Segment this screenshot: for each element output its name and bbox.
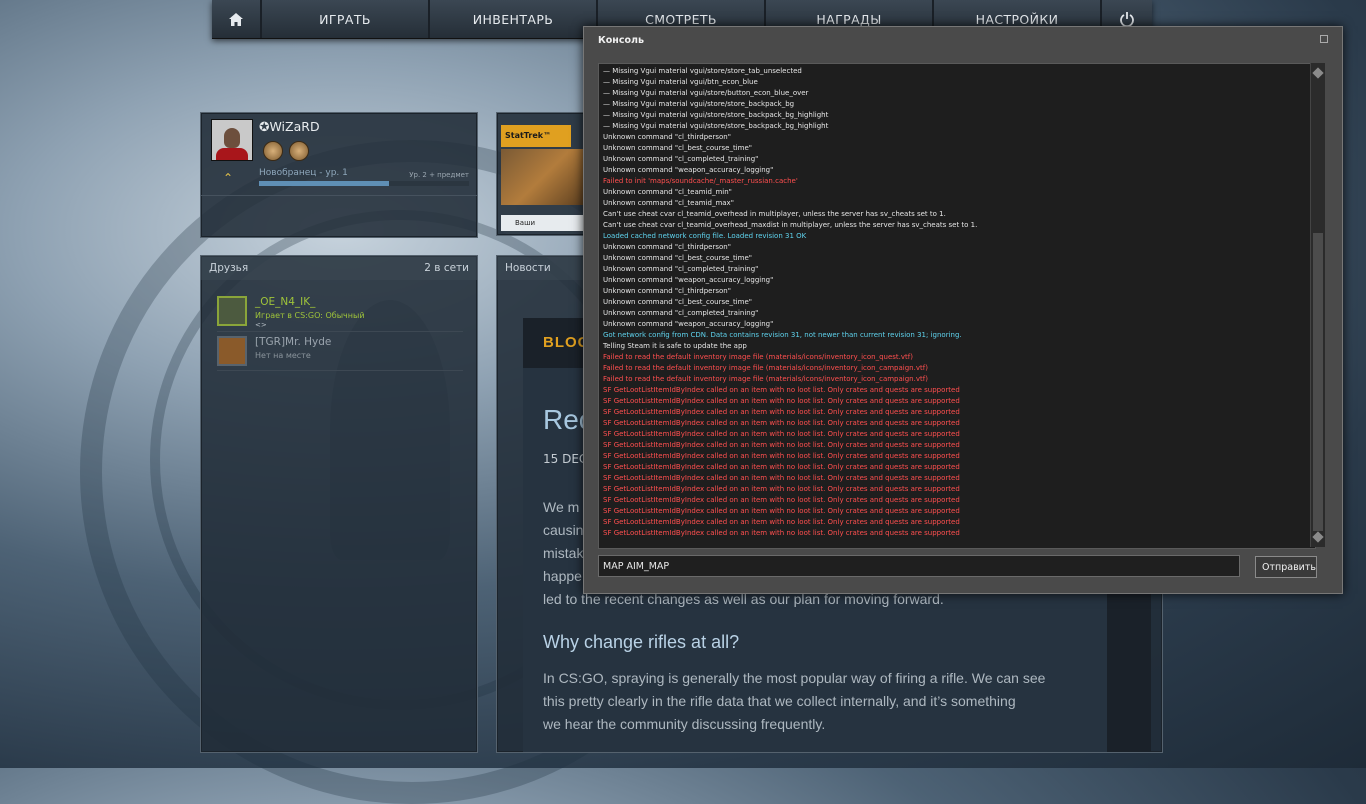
friend-extra: <> [255, 321, 267, 329]
close-icon[interactable] [1320, 35, 1328, 43]
friend-status: Играет в CS:GO: Обычный [255, 311, 365, 320]
rank-label: Новобранец - ур. 1 [259, 168, 348, 178]
friends-online-count: 2 в сети [424, 262, 469, 274]
console-log-line: Failed to read the default inventory ima… [603, 364, 928, 372]
article-subheading: Why change rifles at all? [543, 632, 740, 652]
console-log-line: Unknown command "cl_teamid_max" [603, 199, 734, 207]
console-log-line: SF GetLootListItemIdByIndex called on an… [603, 485, 960, 493]
friends-title: Друзья [209, 262, 249, 274]
console-log-line: Telling Steam it is safe to update the a… [603, 342, 747, 350]
console-log-line: Unknown command "cl_thirdperson" [603, 287, 731, 295]
friend-item[interactable]: _OE_N4_IK_ Играет в CS:GO: Обычный <> [217, 294, 465, 330]
power-icon [1120, 12, 1134, 27]
friend-item[interactable]: [TGR]Mr. Hyde Нет на месте [217, 334, 465, 370]
console-log-line: Loaded cached network config file. Loade… [603, 232, 807, 240]
console-log-line: Unknown command "cl_teamid_min" [603, 188, 732, 196]
console-log-line: SF GetLootListItemIdByIndex called on an… [603, 518, 960, 526]
scroll-down-icon[interactable] [1312, 531, 1324, 543]
console-log-line: Unknown command "cl_completed_training" [603, 309, 759, 317]
article-line: we hear the community discussing frequen… [543, 716, 826, 732]
coin-icon[interactable] [289, 141, 309, 161]
console-log-line: SF GetLootListItemIdByIndex called on an… [603, 386, 960, 394]
console-log-line: Unknown command "weapon_accuracy_logging… [603, 166, 774, 174]
news-title: Новости [505, 262, 551, 274]
scroll-up-icon[interactable] [1312, 67, 1324, 79]
console-log-line: Unknown command "cl_thirdperson" [603, 133, 731, 141]
friend-avatar[interactable] [217, 336, 247, 366]
home-icon [229, 12, 243, 26]
console-scrollbar[interactable] [1310, 63, 1325, 547]
divider [217, 331, 463, 332]
console-log-line: SF GetLootListItemIdByIndex called on an… [603, 408, 960, 416]
console-window[interactable]: Консоль — Missing Vgui material vgui/sto… [583, 26, 1343, 594]
store-item-image[interactable] [501, 149, 585, 205]
console-log-line: Failed to read the default inventory ima… [603, 375, 928, 383]
rank-next-reward: Ур. 2 + предмет [409, 171, 469, 179]
nav-play[interactable]: ИГРАТЬ [262, 0, 430, 38]
console-log[interactable]: — Missing Vgui material vgui/store/store… [598, 63, 1316, 549]
console-log-line: Unknown command "cl_completed_training" [603, 155, 759, 163]
xp-progress-fill [259, 181, 390, 186]
divider [201, 195, 477, 196]
article-paragraph: In CS:GO, spraying is generally the most… [543, 667, 1083, 736]
console-log-line: Got network config from CDN. Data contai… [603, 331, 962, 339]
article-line: this pretty clearly in the rifle data th… [543, 693, 1016, 709]
console-log-line: SF GetLootListItemIdByIndex called on an… [603, 430, 960, 438]
console-log-line: Unknown command "cl_best_course_time" [603, 254, 752, 262]
console-log-line: Unknown command "cl_thirdperson" [603, 243, 731, 251]
console-log-line: Can't use cheat cvar cl_teamid_overhead … [603, 210, 946, 218]
stattrek-badge: StatTrek™ [501, 125, 571, 147]
console-log-line: SF GetLootListItemIdByIndex called on an… [603, 496, 960, 504]
player-name[interactable]: ✪WiZaRD [259, 119, 320, 134]
console-log-line: SF GetLootListItemIdByIndex called on an… [603, 441, 960, 449]
article-date: 15 DEC [543, 452, 588, 466]
store-caption[interactable]: Ваши предложения [501, 215, 585, 231]
nav-inventory[interactable]: ИНВЕНТАРЬ [430, 0, 598, 38]
console-log-line: SF GetLootListItemIdByIndex called on an… [603, 474, 960, 482]
console-log-line: — Missing Vgui material vgui/store/store… [603, 100, 795, 108]
console-log-line: Unknown command "weapon_accuracy_logging… [603, 276, 774, 284]
nav-home-button[interactable] [212, 0, 262, 38]
store-panel[interactable]: StatTrek™ Ваши предложения [496, 112, 588, 236]
profile-panel: ⌃ ✪WiZaRD Новобранец - ур. 1 Ур. 2 + пре… [200, 112, 478, 238]
rank-chevron-icon: ⌃ [223, 171, 234, 185]
friend-name: _OE_N4_IK_ [255, 296, 316, 308]
avatar-face [224, 128, 240, 148]
console-log-line: SF GetLootListItemIdByIndex called on an… [603, 463, 960, 471]
console-log-line: Can't use cheat cvar cl_teamid_overhead_… [603, 221, 978, 229]
friends-panel: Друзья 2 в сети _OE_N4_IK_ Играет в CS:G… [200, 255, 478, 753]
console-log-line: — Missing Vgui material vgui/store/butto… [603, 89, 809, 97]
avatar[interactable] [211, 119, 253, 161]
console-log-line: — Missing Vgui material vgui/store/store… [603, 122, 829, 130]
scrollbar-thumb[interactable] [1313, 233, 1323, 531]
console-log-line: — Missing Vgui material vgui/store/store… [603, 111, 829, 119]
console-log-line: SF GetLootListItemIdByIndex called on an… [603, 452, 960, 460]
console-input[interactable] [598, 555, 1240, 577]
console-log-line: SF GetLootListItemIdByIndex called on an… [603, 507, 960, 515]
console-log-line: Unknown command "cl_best_course_time" [603, 298, 752, 306]
console-log-line: Failed to init 'maps/soundcache/_master_… [603, 177, 798, 185]
console-log-line: Failed to read the default inventory ima… [603, 353, 913, 361]
friends-header: Друзья 2 в сети [201, 256, 477, 280]
xp-progress-bar [259, 181, 469, 186]
friend-status: Нет на месте [255, 351, 311, 360]
console-log-line: Unknown command "weapon_accuracy_logging… [603, 320, 774, 328]
submit-button[interactable]: Отправить [1255, 556, 1317, 578]
console-log-line: Unknown command "cl_completed_training" [603, 265, 759, 273]
console-log-line: SF GetLootListItemIdByIndex called on an… [603, 419, 960, 427]
console-log-line: SF GetLootListItemIdByIndex called on an… [603, 397, 960, 405]
friend-name: [TGR]Mr. Hyde [255, 336, 332, 348]
medal-icon[interactable] [263, 141, 283, 161]
friend-avatar[interactable] [217, 296, 247, 326]
avatar-body [216, 148, 248, 160]
divider [217, 370, 463, 371]
console-title: Консоль [598, 35, 644, 46]
article-line: In CS:GO, spraying is generally the most… [543, 670, 1046, 686]
console-log-line: — Missing Vgui material vgui/store/store… [603, 67, 802, 75]
console-log-line: SF GetLootListItemIdByIndex called on an… [603, 529, 960, 537]
console-log-line: — Missing Vgui material vgui/btn_econ_bl… [603, 78, 758, 86]
console-log-line: Unknown command "cl_best_course_time" [603, 144, 752, 152]
